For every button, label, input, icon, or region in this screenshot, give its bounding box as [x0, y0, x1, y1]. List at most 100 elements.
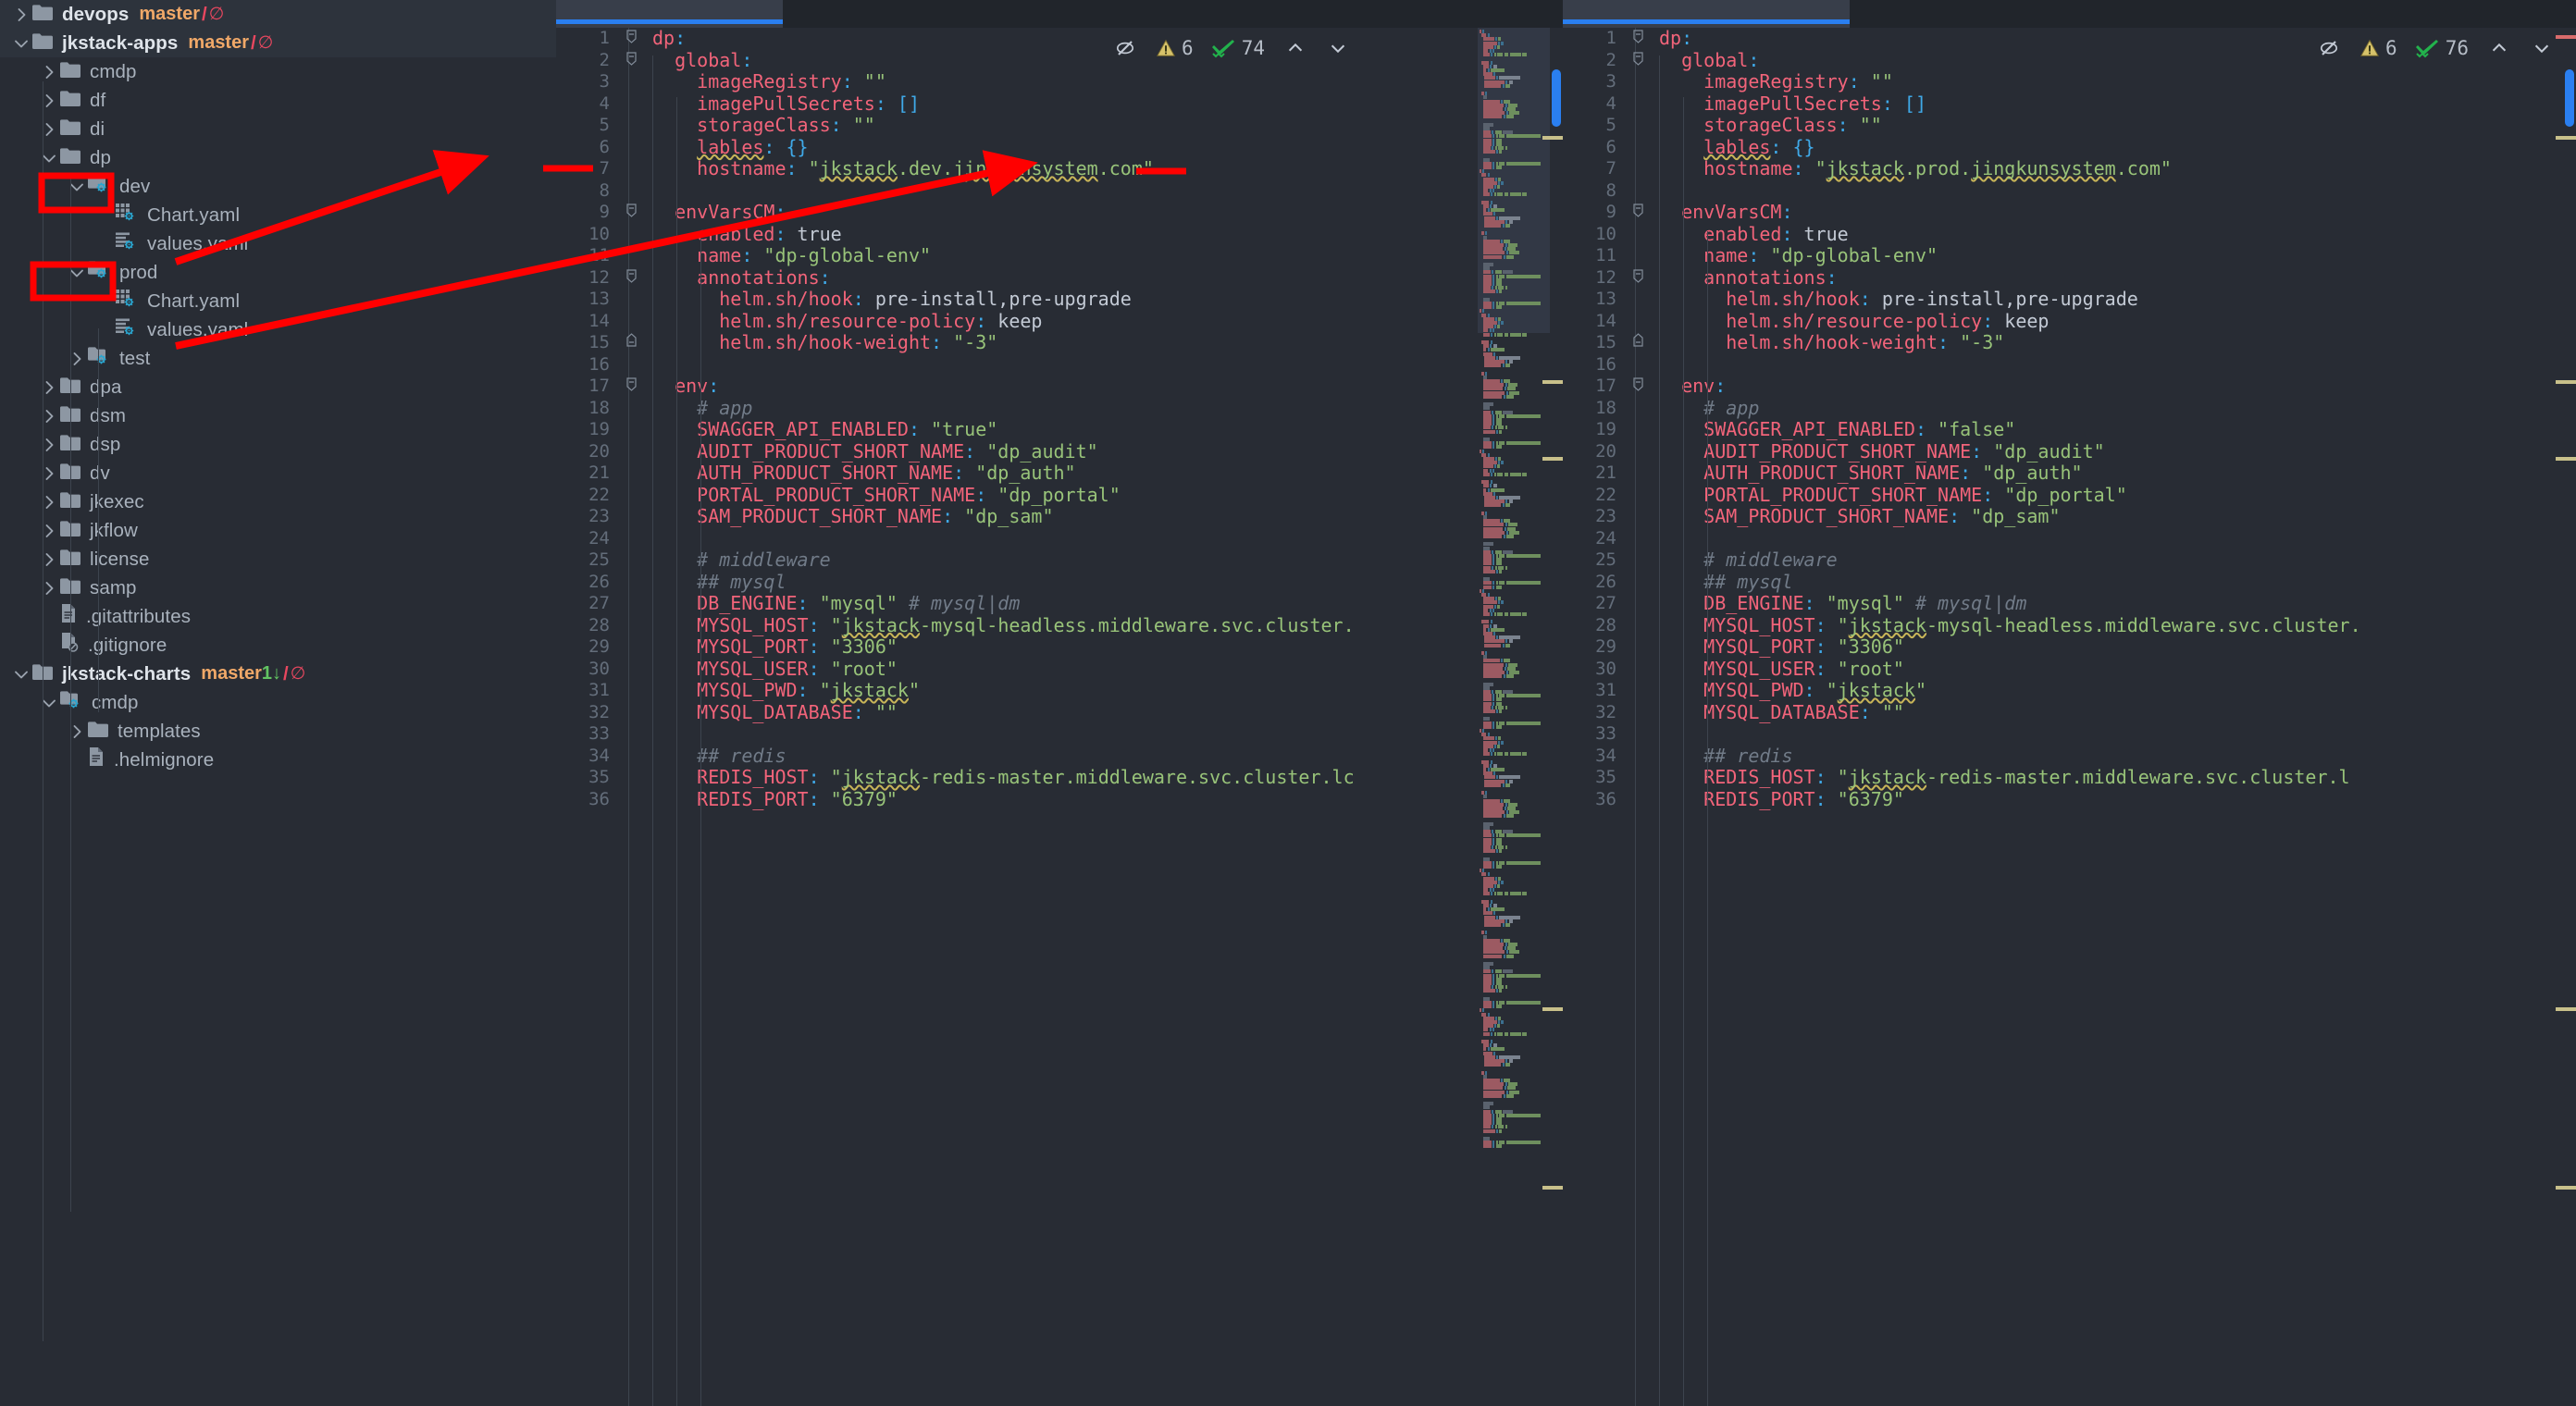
code-line[interactable]: 25 # middleware: [556, 549, 1563, 572]
line-content[interactable]: env:: [1659, 375, 1726, 398]
code-line[interactable]: 28 MYSQL_HOST: "jkstack-mysql-headless.m…: [1563, 614, 2576, 637]
line-content[interactable]: AUDIT_PRODUCT_SHORT_NAME: "dp_audit": [1659, 440, 2104, 463]
code-line[interactable]: 4 imagePullSecrets: []: [1563, 92, 2576, 116]
code-line[interactable]: 17 env:: [556, 375, 1563, 398]
code-line[interactable]: 35 REDIS_HOST: "jkstack-redis-master.mid…: [556, 766, 1563, 789]
line-content[interactable]: PORTAL_PRODUCT_SHORT_NAME: "dp_portal": [652, 484, 1121, 507]
tree-item-dpa[interactable]: dpa: [0, 373, 556, 401]
line-content[interactable]: ## mysql: [1659, 571, 1792, 594]
inspections-ok-icon[interactable]: 74: [1211, 37, 1265, 59]
line-content[interactable]: SWAGGER_API_ENABLED: "false": [1659, 418, 2015, 441]
line-content[interactable]: SAM_PRODUCT_SHORT_NAME: "dp_sam": [1659, 505, 2060, 528]
inspections-ok-icon[interactable]: 76: [2415, 37, 2469, 59]
warning-marker[interactable]: [1542, 1186, 1563, 1190]
tree-item-license[interactable]: license: [0, 545, 556, 574]
tree-item-jkstack-apps[interactable]: jkstack-apps master / ∅: [0, 29, 556, 57]
line-content[interactable]: MYSQL_PORT: "3306": [652, 635, 898, 659]
warning-triangle-icon[interactable]: 6: [1156, 37, 1194, 59]
code-line[interactable]: 8: [1563, 180, 2576, 203]
code-line[interactable]: 30 MYSQL_USER: "root": [556, 658, 1563, 681]
code-line[interactable]: 15 helm.sh/hook-weight: "-3": [556, 331, 1563, 354]
code-line[interactable]: 12 annotations:: [1563, 266, 2576, 290]
line-content[interactable]: helm.sh/hook: pre-install,pre-upgrade: [652, 288, 1132, 311]
tree-item-prod[interactable]: prod: [0, 258, 556, 287]
line-content[interactable]: ## redis: [1659, 745, 1792, 768]
line-content[interactable]: hostname: "jkstack.prod.jingkunsystem.co…: [1659, 157, 2172, 180]
code-line[interactable]: 11 name: "dp-global-env": [556, 244, 1563, 267]
line-content[interactable]: env:: [652, 375, 719, 398]
code-line[interactable]: 14 helm.sh/resource-policy: keep: [556, 310, 1563, 333]
line-content[interactable]: helm.sh/resource-policy: keep: [652, 310, 1042, 333]
fold-marker[interactable]: [1632, 267, 1644, 283]
code-line[interactable]: 15 helm.sh/hook-weight: "-3": [1563, 331, 2576, 354]
line-content[interactable]: REDIS_HOST: "jkstack-redis-master.middle…: [652, 766, 1354, 789]
line-content[interactable]: MYSQL_PORT: "3306": [1659, 635, 1904, 659]
code-line[interactable]: 24: [556, 528, 1563, 550]
tree-item-values-yaml[interactable]: values.yaml: [0, 229, 556, 258]
line-content[interactable]: storageClass: "": [1659, 114, 1882, 137]
code-line[interactable]: 18 # app: [556, 397, 1563, 420]
line-content[interactable]: helm.sh/hook-weight: "-3": [1659, 331, 2004, 354]
code-line[interactable]: 5 storageClass: "": [556, 114, 1563, 137]
line-content[interactable]: AUTH_PRODUCT_SHORT_NAME: "dp_auth": [1659, 462, 2082, 485]
chevron-down-icon[interactable]: [11, 34, 31, 53]
code-line[interactable]: 14 helm.sh/resource-policy: keep: [1563, 310, 2576, 333]
tab-values-yaml-prod[interactable]: [1563, 0, 1850, 28]
code-line[interactable]: 26 ## mysql: [1563, 571, 2576, 594]
line-content[interactable]: envVarsCM:: [652, 201, 786, 224]
code-line[interactable]: 24: [1563, 528, 2576, 550]
tree-item-dp[interactable]: dp: [0, 143, 556, 172]
tree-item--helmignore[interactable]: .helmignore: [0, 746, 556, 774]
error-marker[interactable]: [2556, 35, 2576, 39]
code-line[interactable]: 33: [1563, 723, 2576, 746]
line-content[interactable]: REDIS_HOST: "jkstack-redis-master.middle…: [1659, 766, 2349, 789]
code-line[interactable]: 21 AUTH_PRODUCT_SHORT_NAME: "dp_auth": [1563, 462, 2576, 485]
code-line[interactable]: 2 global:: [556, 49, 1563, 72]
code-line[interactable]: 4 imagePullSecrets: []: [556, 92, 1563, 116]
line-content[interactable]: DB_ENGINE: "mysql" # mysql|dm: [652, 592, 1020, 615]
editor-pane-right[interactable]: 1 dp: 2 global: 3 imageRegistry: "" 4 imageP…: [1563, 0, 2576, 1406]
line-content[interactable]: helm.sh/resource-policy: keep: [1659, 310, 2049, 333]
code-line[interactable]: 10 enabled: true: [1563, 223, 2576, 246]
code-line[interactable]: 22 PORTAL_PRODUCT_SHORT_NAME: "dp_portal…: [1563, 484, 2576, 507]
code-line[interactable]: 7 hostname: "jkstack.dev.jingkunsystem.c…: [556, 157, 1563, 180]
tree-item-chart-yaml[interactable]: Chart.yaml: [0, 201, 556, 229]
tree-item-jkexec[interactable]: jkexec: [0, 487, 556, 516]
code-line[interactable]: 26 ## mysql: [556, 571, 1563, 594]
code-area-right[interactable]: 1 dp: 2 global: 3 imageRegistry: "" 4 imageP…: [1563, 28, 2576, 1406]
code-line[interactable]: 8: [556, 180, 1563, 203]
fold-marker[interactable]: [625, 28, 638, 43]
code-line[interactable]: 1 dp:: [556, 28, 1563, 50]
line-content[interactable]: # middleware: [1659, 549, 1838, 572]
line-content[interactable]: PORTAL_PRODUCT_SHORT_NAME: "dp_portal": [1659, 484, 2127, 507]
tree-item-dv[interactable]: dv: [0, 459, 556, 487]
line-content[interactable]: helm.sh/hook: pre-install,pre-upgrade: [1659, 288, 2138, 311]
tab-values-yaml-dev[interactable]: [556, 0, 783, 28]
code-line[interactable]: 3 imageRegistry: "": [1563, 70, 2576, 93]
scrollbar-thumb[interactable]: [2565, 69, 2574, 127]
line-content[interactable]: name: "dp-global-env": [1659, 244, 1938, 267]
eye-crossed-icon[interactable]: [2317, 37, 2341, 59]
code-line[interactable]: 25 # middleware: [1563, 549, 2576, 572]
editor-pane-left[interactable]: 1 dp: 2 global: 3 imageRegistry: "" 4 imageP…: [556, 0, 1563, 1406]
tree-item--gitattributes[interactable]: .gitattributes: [0, 602, 556, 631]
line-content[interactable]: helm.sh/hook-weight: "-3": [652, 331, 997, 354]
code-line[interactable]: 9 envVarsCM:: [1563, 201, 2576, 224]
project-file-tree[interactable]: devops master / ∅ jkstack-apps master / ∅ cmdp df…: [0, 0, 556, 1406]
tree-item-devops[interactable]: devops master / ∅: [0, 0, 556, 29]
code-line[interactable]: 6 lables: {}: [1563, 136, 2576, 159]
line-content[interactable]: ## redis: [652, 745, 786, 768]
line-content[interactable]: # app: [652, 397, 752, 420]
fold-marker[interactable]: [625, 376, 638, 391]
fold-marker[interactable]: [1632, 28, 1644, 43]
line-content[interactable]: MYSQL_PWD: "jkstack": [652, 679, 920, 702]
line-content[interactable]: MYSQL_DATABASE: "": [1659, 701, 1904, 724]
code-line[interactable]: 6 lables: {}: [556, 136, 1563, 159]
code-line[interactable]: 36 REDIS_PORT: "6379": [556, 788, 1563, 811]
tree-item-dsm[interactable]: dsm: [0, 401, 556, 430]
code-line[interactable]: 30 MYSQL_USER: "root": [1563, 658, 2576, 681]
tree-item-chart-yaml[interactable]: Chart.yaml: [0, 287, 556, 315]
code-line[interactable]: 19 SWAGGER_API_ENABLED: "true": [556, 418, 1563, 441]
code-line[interactable]: 32 MYSQL_DATABASE: "": [556, 701, 1563, 724]
tree-item-test[interactable]: test: [0, 344, 556, 373]
